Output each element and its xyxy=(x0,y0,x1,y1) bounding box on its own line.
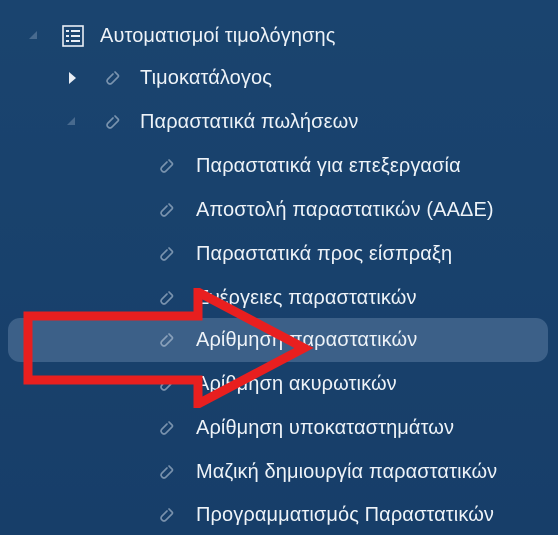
tree-item-label: Παραστατικά προς είσπραξη xyxy=(196,242,453,265)
tree-item-label: Τιμοκατάλογος xyxy=(140,66,272,89)
tree-item-label: Μαζική δημιουργία παραστατικών xyxy=(196,460,498,483)
tree-item-label: Παραστατικά για επεξεργασία xyxy=(196,154,461,177)
tree-item-branch-numbering[interactable]: Αρίθμηση υποκαταστημάτων xyxy=(0,406,558,450)
red-arrow-icon xyxy=(23,288,314,408)
expand-caret-icon[interactable] xyxy=(64,70,80,86)
tree-item-sales-documents[interactable]: Παραστατικά πωλήσεων xyxy=(0,100,558,144)
tree-item-send-documents-aade[interactable]: Αποστολή παραστατικών (ΑΑΔΕ) xyxy=(0,188,558,232)
tree-item-documents-to-collect[interactable]: Παραστατικά προς είσπραξη xyxy=(0,232,558,276)
tree-item-documents-for-processing[interactable]: Παραστατικά για επεξεργασία xyxy=(0,144,558,188)
tree-item-document-scheduling[interactable]: Προγραμματισμός Παραστατικών xyxy=(0,493,558,535)
collapse-caret-icon[interactable] xyxy=(64,114,80,130)
list-icon xyxy=(62,25,84,47)
link-icon xyxy=(160,203,174,217)
tree-item-bulk-document-creation[interactable]: Μαζική δημιουργία παραστατικών xyxy=(0,450,558,494)
link-icon xyxy=(160,421,174,435)
link-icon xyxy=(160,465,174,479)
tree-root-label: Αυτοματισμοί τιμολόγησης xyxy=(100,24,336,47)
tree-item-label: Αρίθμηση υποκαταστημάτων xyxy=(196,416,455,439)
navigation-tree-panel: Αυτοματισμοί τιμολόγησης Τιμοκατάλογος Π… xyxy=(0,0,558,535)
tree-item-label: Προγραμματισμός Παραστατικών xyxy=(196,503,495,526)
tree-item-price-list[interactable]: Τιμοκατάλογος xyxy=(0,56,558,100)
link-icon xyxy=(160,159,174,173)
link-icon xyxy=(106,71,120,85)
link-icon xyxy=(160,247,174,261)
link-icon xyxy=(160,508,174,522)
link-icon xyxy=(106,115,120,129)
expand-caret-icon[interactable] xyxy=(26,28,42,44)
tree-item-label: Αποστολή παραστατικών (ΑΑΔΕ) xyxy=(196,198,494,221)
tree-item-label: Παραστατικά πωλήσεων xyxy=(140,110,359,133)
tree-root-automation[interactable]: Αυτοματισμοί τιμολόγησης xyxy=(0,14,558,58)
